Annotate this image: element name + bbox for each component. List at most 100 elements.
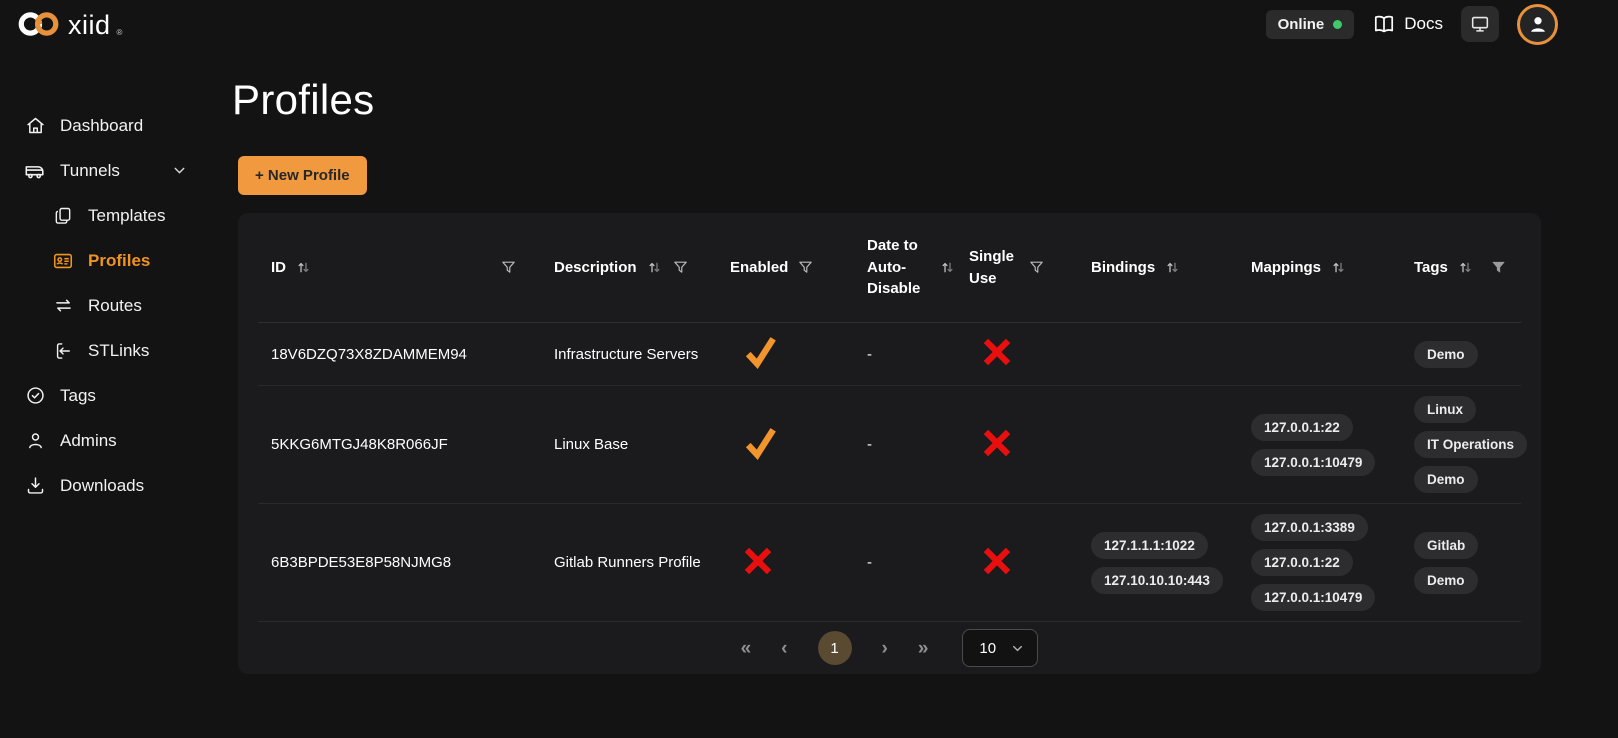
x-icon: [981, 427, 1013, 459]
tag-pill: Demo: [1414, 466, 1478, 493]
column-header-id[interactable]: ID: [258, 257, 541, 279]
profiles-table: ID Description Enabled Date to Auto-Disa…: [238, 213, 1541, 674]
filter-icon[interactable]: [672, 259, 689, 276]
mapping-pill: 127.0.0.1:22: [1251, 413, 1353, 441]
sidebar-item-templates[interactable]: Templates: [0, 193, 210, 238]
binding-pill: 127.1.1.1:1022: [1091, 531, 1208, 559]
filter-icon[interactable]: [500, 259, 517, 276]
sort-icon[interactable]: [646, 259, 663, 276]
pagination: « ‹ 1 › » 10: [258, 622, 1521, 674]
sidebar-item-label: Routes: [88, 295, 142, 315]
cell-single-use: [956, 336, 1078, 372]
tags-icon: [24, 385, 46, 406]
sort-icon[interactable]: [1457, 259, 1474, 276]
tag-pill: Demo: [1414, 566, 1478, 594]
online-status-badge: Online: [1265, 9, 1355, 39]
filter-icon[interactable]: [797, 259, 814, 276]
chevron-down-icon: [1010, 641, 1025, 656]
sidebar-item-routes[interactable]: Routes: [0, 283, 210, 328]
sort-icon[interactable]: [295, 259, 312, 276]
home-icon: [24, 115, 46, 136]
last-page-button[interactable]: »: [918, 639, 929, 658]
column-label: Bindings: [1091, 258, 1156, 276]
column-header-enabled[interactable]: Enabled: [717, 257, 854, 279]
column-header-description[interactable]: Description: [541, 257, 717, 279]
column-header-mappings[interactable]: Mappings: [1238, 257, 1401, 279]
cell-description: Infrastructure Servers: [554, 345, 699, 363]
sidebar-item-dashboard[interactable]: Dashboard: [0, 103, 210, 148]
person-icon: [1527, 13, 1549, 35]
sidebar-item-label: Admins: [60, 430, 117, 450]
sort-icon[interactable]: [1330, 259, 1347, 276]
new-profile-button[interactable]: + New Profile: [238, 156, 367, 195]
column-label: ID: [271, 258, 286, 276]
table-body: 18V6DZQ73X8ZDAMMEM94 Infrastructure Serv…: [258, 323, 1528, 622]
sort-icon[interactable]: [939, 259, 956, 276]
column-header-date-to-auto-disable[interactable]: Date to Auto-Disable: [854, 235, 956, 300]
table-row[interactable]: 5KKG6MTGJ48K8R066JF Linux Base - 127.0.0…: [258, 386, 1528, 504]
cell-date-to-auto-disable: -: [867, 345, 872, 363]
sidebar-item-label: STLinks: [88, 340, 150, 360]
cell-date-to-auto-disable: -: [867, 554, 872, 571]
sidebar-item-label: Templates: [88, 205, 166, 225]
cell-description: Linux Base: [554, 436, 629, 453]
sidebar-item-stlinks[interactable]: STLinks: [0, 328, 210, 373]
table-row[interactable]: 18V6DZQ73X8ZDAMMEM94 Infrastructure Serv…: [258, 323, 1521, 386]
current-page-button[interactable]: 1: [817, 631, 852, 665]
page-size-value: 10: [979, 639, 997, 657]
page-title: Profiles: [232, 76, 375, 123]
downloads-icon: [24, 475, 46, 496]
page-size-select[interactable]: 10: [962, 629, 1039, 667]
sidebar-item-admins[interactable]: Admins: [0, 418, 210, 463]
next-page-button[interactable]: ›: [882, 639, 888, 658]
monitor-button[interactable]: [1461, 6, 1499, 42]
templates-icon: [52, 206, 74, 226]
table-header-row: ID Description Enabled Date to Auto-Disa…: [258, 213, 1521, 323]
cell-enabled: [717, 545, 854, 581]
tag-pill: Linux: [1414, 396, 1476, 423]
main-content: Profiles + New Profile ID Description En…: [210, 48, 1618, 674]
sidebar-item-label: Dashboard: [60, 115, 144, 135]
mapping-pill: 127.0.0.1:10479: [1251, 448, 1376, 476]
tag-pill: Gitlab: [1414, 531, 1479, 559]
sidebar-item-label: Profiles: [88, 250, 151, 270]
column-label: Enabled: [730, 258, 789, 276]
topbar-actions: Online Docs: [1265, 3, 1558, 45]
cell-id: 18V6DZQ73X8ZDAMMEM94: [271, 345, 467, 363]
check-icon: [742, 425, 778, 461]
topbar: xiid ® Online Docs: [0, 0, 1618, 48]
sort-icon[interactable]: [1164, 259, 1181, 276]
column-header-tags[interactable]: Tags: [1401, 257, 1521, 279]
infinity-logo-icon: [16, 9, 62, 39]
column-header-single-use[interactable]: Single Use: [956, 246, 1078, 290]
cell-id: 6B3BPDE53E8P58NJMG8: [271, 554, 452, 571]
sidebar-item-tunnels[interactable]: Tunnels: [0, 148, 210, 193]
column-header-bindings[interactable]: Bindings: [1078, 257, 1238, 279]
check-icon: [742, 334, 778, 370]
filter-icon-active[interactable]: [1490, 259, 1507, 276]
user-avatar[interactable]: [1517, 3, 1558, 45]
cell-tags: Demo: [1401, 340, 1521, 368]
sidebar-item-label: Tunnels: [60, 160, 120, 180]
x-icon: [742, 545, 774, 577]
first-page-button[interactable]: «: [741, 639, 752, 658]
sidebar-item-tags[interactable]: Tags: [0, 373, 210, 418]
cell-mappings: 127.0.0.1:3389 127.0.0.1:22 127.0.0.1:1047…: [1238, 514, 1401, 611]
cell-description: Gitlab Runners Profile: [554, 554, 701, 571]
column-label: Description: [554, 258, 637, 276]
xiid-logo: xiid ®: [16, 9, 122, 39]
x-icon: [981, 336, 1013, 368]
online-label: Online: [1277, 15, 1325, 33]
prev-page-button[interactable]: ‹: [781, 639, 787, 658]
docs-link[interactable]: Docs: [1372, 12, 1443, 36]
cell-tags: Linux IT Operations Demo: [1401, 396, 1528, 493]
cell-enabled: [717, 425, 854, 465]
chevron-down-icon[interactable]: [171, 162, 188, 179]
sidebar-item-downloads[interactable]: Downloads: [0, 463, 210, 508]
cell-single-use: [956, 427, 1078, 463]
filter-icon[interactable]: [1028, 259, 1045, 276]
book-icon: [1372, 12, 1396, 36]
sidebar-item-profiles[interactable]: Profiles: [0, 238, 210, 283]
table-row[interactable]: 6B3BPDE53E8P58NJMG8 Gitlab Runners Profi…: [258, 504, 1521, 622]
column-label: Tags: [1414, 258, 1448, 276]
